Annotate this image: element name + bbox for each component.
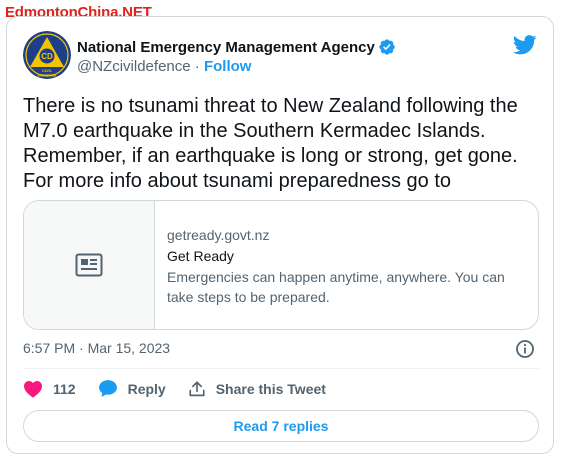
- avatar-line2: DEFENCE: [37, 73, 56, 78]
- avatar[interactable]: CD CIVIL DEFENCE: [23, 31, 71, 79]
- link-preview-card[interactable]: getready.govt.nz Get Ready Emergencies c…: [23, 200, 539, 330]
- tweet-text: There is no tsunami threat to New Zealan…: [23, 95, 518, 192]
- reply-button[interactable]: Reply: [98, 379, 166, 398]
- share-button[interactable]: Share this Tweet: [188, 380, 326, 398]
- article-icon: [75, 253, 103, 277]
- divider: [23, 368, 539, 369]
- twitter-bird-icon[interactable]: [513, 35, 537, 55]
- avatar-monogram: CD: [41, 52, 53, 61]
- handle-separator: ·: [194, 58, 200, 75]
- like-count: 112: [53, 380, 76, 397]
- read-replies-button[interactable]: Read 7 replies: [23, 410, 539, 442]
- heart-icon: [24, 380, 42, 398]
- civil-defence-logo-icon: CD CIVIL DEFENCE: [23, 31, 71, 79]
- link-thumbnail: [24, 201, 155, 329]
- info-icon[interactable]: [515, 339, 535, 359]
- link-domain: getready.govt.nz: [167, 227, 270, 243]
- verified-badge-icon: [379, 39, 395, 55]
- author-name-row: National Emergency Management Agency: [77, 38, 396, 56]
- action-bar: 112 Reply Share this Tweet: [23, 379, 348, 398]
- link-title: Get Ready: [167, 248, 234, 264]
- reply-bubble-icon: [98, 380, 117, 397]
- like-button[interactable]: 112: [23, 380, 76, 398]
- author-handle[interactable]: @NZcivildefence: [77, 58, 191, 75]
- author-name[interactable]: National Emergency Management Agency: [77, 39, 375, 56]
- tweet-timestamp[interactable]: 6:57 PM · Mar 15, 2023: [23, 340, 170, 356]
- share-icon: [189, 380, 205, 396]
- author-handle-row: @NZcivildefence · Follow: [77, 58, 396, 75]
- reply-label: Reply: [127, 380, 166, 397]
- share-label: Share this Tweet: [215, 380, 326, 397]
- tweet-card: CD CIVIL DEFENCE National Emergency Mana…: [6, 16, 554, 454]
- author-block: National Emergency Management Agency @NZ…: [77, 38, 396, 75]
- follow-link[interactable]: Follow: [204, 58, 252, 75]
- link-body: getready.govt.nz Get Ready Emergencies c…: [167, 225, 527, 307]
- link-description: Emergencies can happen anytime, anywhere…: [167, 269, 505, 305]
